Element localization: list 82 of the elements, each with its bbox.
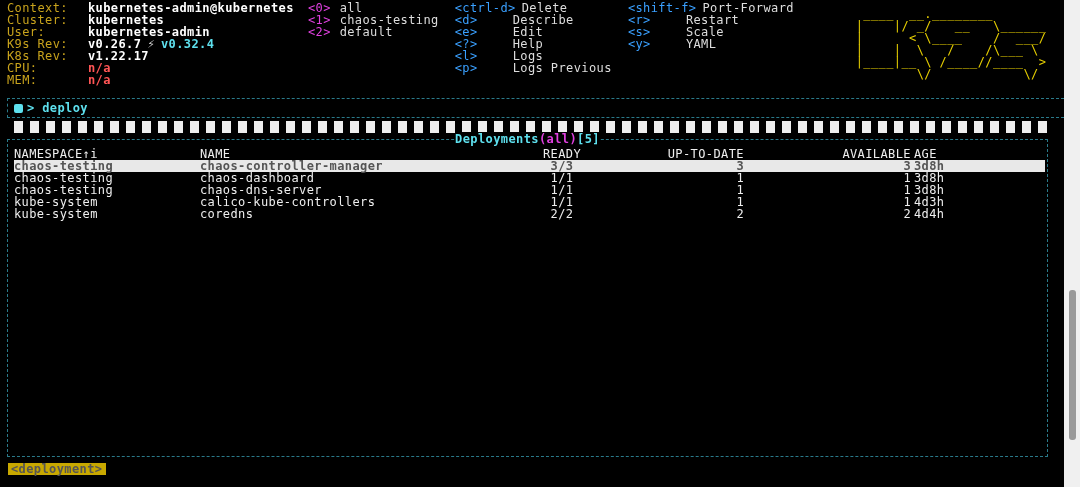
namespace-shortcut: chaos-testing — [339, 14, 439, 26]
table-cell[interactable]: kube-system — [14, 196, 200, 208]
info-value: v1.22.17 — [88, 50, 149, 62]
table-cell[interactable]: 3 — [744, 160, 911, 172]
shortcut-key: <ctrl-d> — [454, 2, 516, 14]
table-cell[interactable]: chaos-dns-server — [200, 184, 540, 196]
scrollbar-thumb[interactable] — [1069, 290, 1076, 440]
column-header[interactable]: NAME — [200, 148, 540, 160]
shortcut-action: Logs Previous — [512, 62, 612, 74]
info-value: kubernetes-admin@kubernetes — [88, 2, 294, 14]
shortcut-key: <e> — [454, 26, 507, 38]
shortcut-key: <r> — [627, 14, 680, 26]
shortcut-action: Delete — [521, 2, 568, 14]
info-label: K9s Rev: — [7, 38, 69, 50]
shortcut-action: Logs — [512, 50, 544, 62]
table-cell[interactable]: 3 — [584, 160, 744, 172]
table-cell[interactable]: 3/3 — [540, 160, 584, 172]
namespace-key: <1> — [308, 14, 332, 26]
table-title: Deployments(all)[5] — [455, 132, 600, 146]
table-cell[interactable]: 2 — [744, 208, 911, 220]
table-cell[interactable]: 1 — [744, 196, 911, 208]
info-label: Context: — [7, 2, 69, 14]
table-cell[interactable]: chaos-testing — [14, 184, 200, 196]
table-cell[interactable]: chaos-testing — [14, 160, 200, 172]
table-cell[interactable]: chaos-testing — [14, 172, 200, 184]
command-input[interactable]: > deploy — [27, 102, 88, 114]
table-cell[interactable]: 4d4h — [911, 208, 1045, 220]
info-label: K8s Rev: — [7, 50, 69, 62]
table-cell[interactable]: 4d3h — [911, 196, 1045, 208]
shortcut-key: <d> — [454, 14, 507, 26]
info-label: MEM: — [7, 74, 39, 86]
logo: ____ __.________ | |/ _/ __ \______ | < \____ / ___/ | | \ / /\___ \ |____|__ \ /____//____ > \/ \/ — [855, 8, 1048, 83]
info-value: kubernetes — [88, 14, 165, 26]
info-value: n/a — [88, 74, 111, 86]
shortcut-action: Describe — [512, 14, 574, 26]
shortcut-key: <?> — [454, 38, 507, 50]
shortcut-action: Restart — [685, 14, 740, 26]
table-cell[interactable]: chaos-controller-manager — [200, 160, 540, 172]
column-header[interactable]: AVAILABLE — [744, 148, 911, 160]
namespace-shortcut: default — [339, 26, 393, 38]
table-cell[interactable]: chaos-dashboard — [200, 172, 540, 184]
table-cell[interactable]: 3d8h — [911, 184, 1045, 196]
update-version: v0.32.4 — [161, 38, 215, 50]
shortcut-action: Port-Forward — [702, 2, 794, 14]
shortcut-key: <p> — [454, 62, 507, 74]
table-cell[interactable]: 2/2 — [540, 208, 584, 220]
info-value: v0.26.7 — [88, 38, 142, 50]
namespace-shortcut: all — [339, 2, 363, 14]
table-cell[interactable]: 3d8h — [911, 160, 1045, 172]
namespace-key: <2> — [308, 26, 332, 38]
lightning-icon: ⚡ — [147, 38, 155, 50]
info-value: kubernetes-admin — [88, 26, 210, 38]
table-cell[interactable]: 1/1 — [540, 184, 584, 196]
info-label: User: — [7, 26, 47, 38]
info-value: n/a — [88, 62, 111, 74]
table-cell[interactable]: 1/1 — [540, 172, 584, 184]
namespace-key: <0> — [308, 2, 332, 14]
table-cell[interactable]: 1 — [584, 172, 744, 184]
column-header[interactable]: AGE — [911, 148, 1045, 160]
table-cell[interactable]: kube-system — [14, 208, 200, 220]
shortcut-key: <y> — [627, 38, 680, 50]
shortcut-action: Scale — [685, 26, 724, 38]
info-label: CPU: — [7, 62, 39, 74]
table-cell[interactable]: calico-kube-controllers — [200, 196, 540, 208]
info-label: Cluster: — [7, 14, 69, 26]
table-cell[interactable]: 1/1 — [540, 196, 584, 208]
shortcut-action: YAML — [685, 38, 717, 50]
table-cell[interactable]: 2 — [584, 208, 744, 220]
table-cell[interactable]: 1 — [744, 184, 911, 196]
column-header[interactable]: UP-TO-DATE — [584, 148, 744, 160]
shortcut-key: <s> — [627, 26, 680, 38]
table-cell[interactable]: coredns — [200, 208, 540, 220]
table-cell[interactable]: 3d8h — [911, 172, 1045, 184]
shortcut-action: Help — [512, 38, 544, 50]
table-cell[interactable]: 1 — [584, 196, 744, 208]
column-header[interactable]: NAMESPACE↑i — [14, 148, 200, 160]
shortcut-key: <l> — [454, 50, 507, 62]
table-cell[interactable]: 1 — [744, 172, 911, 184]
table-cell[interactable]: 1 — [584, 184, 744, 196]
shortcut-action: Edit — [512, 26, 544, 38]
column-header[interactable]: READY — [540, 148, 584, 160]
shortcut-key: <shift-f> — [627, 2, 697, 14]
